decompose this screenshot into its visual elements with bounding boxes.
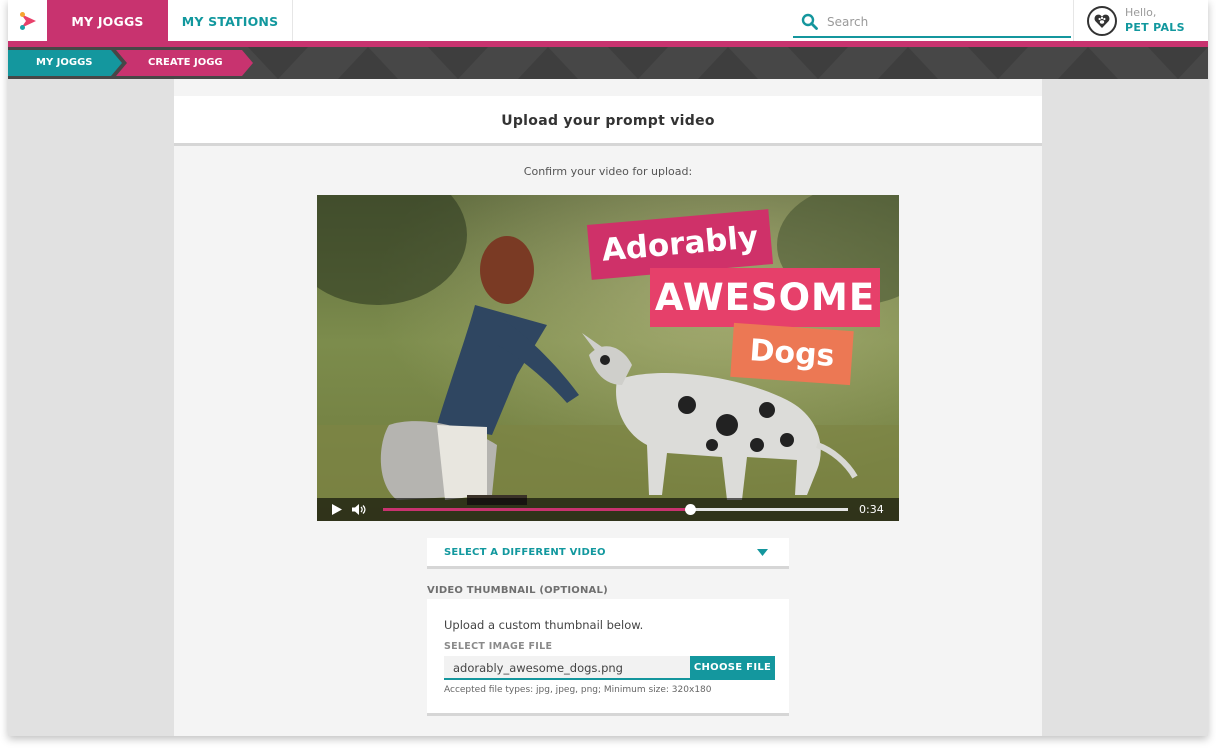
video-title-line-3: Dogs (730, 322, 854, 386)
video-title-line-2: AWESOME (650, 268, 880, 327)
username[interactable]: PET PALS (1125, 21, 1185, 34)
thumbnail-description: Upload a custom thumbnail below. (444, 618, 644, 632)
video-scrubber-handle[interactable] (684, 504, 696, 515)
tab-my-joggs[interactable]: MY JOGGS (47, 0, 168, 41)
upload-panel: Upload your prompt video Confirm your vi… (174, 79, 1042, 736)
thumbnail-heading: VIDEO THUMBNAIL (OPTIONAL) (427, 585, 608, 596)
thumbnail-upload-box: Upload a custom thumbnail below. SELECT … (427, 599, 789, 716)
heart-paw-icon (1094, 14, 1110, 28)
nav-divider (1073, 0, 1074, 41)
accepted-file-types: Accepted file types: jpg, jpeg, png; Min… (444, 685, 712, 695)
select-different-video-label: SELECT A DIFFERENT VIDEO (444, 547, 606, 558)
search-box (793, 6, 1071, 38)
panel-header: Upload your prompt video (174, 96, 1042, 146)
play-icon[interactable] (331, 504, 343, 515)
volume-icon[interactable] (352, 504, 366, 515)
search-input[interactable] (827, 10, 1057, 34)
confirm-text: Confirm your video for upload: (523, 165, 693, 178)
app-window: MY JOGGS MY STATIONS Hello, PET PALS (8, 0, 1208, 736)
search-icon[interactable] (801, 13, 818, 30)
image-file-field[interactable]: adorably_awesome_dogs.png (444, 656, 690, 680)
avatar[interactable] (1087, 6, 1117, 36)
breadcrumb: MY JOGGS CREATE JOGG (8, 47, 1208, 79)
video-time: 0:34 (859, 503, 884, 516)
select-image-file-label: SELECT IMAGE FILE (444, 641, 553, 652)
app-logo-icon[interactable] (19, 11, 37, 31)
video-controls: 0:34 (317, 498, 899, 521)
tab-my-stations[interactable]: MY STATIONS (168, 0, 293, 41)
video-progress-track[interactable] (383, 504, 848, 515)
chevron-down-icon (757, 549, 768, 556)
choose-file-button[interactable]: CHOOSE FILE (690, 656, 775, 680)
breadcrumb-my-joggs[interactable]: MY JOGGS (8, 50, 122, 76)
top-nav: MY JOGGS MY STATIONS Hello, PET PALS (8, 0, 1208, 41)
page-title: Upload your prompt video (501, 113, 715, 129)
greeting-text: Hello, (1125, 6, 1157, 19)
video-player[interactable]: Adorably AWESOME Dogs 0:34 (317, 195, 899, 521)
breadcrumb-create-jogg[interactable]: CREATE JOGG (116, 50, 253, 76)
select-different-video-dropdown[interactable]: SELECT A DIFFERENT VIDEO (427, 538, 789, 569)
video-progress-played (383, 508, 690, 511)
